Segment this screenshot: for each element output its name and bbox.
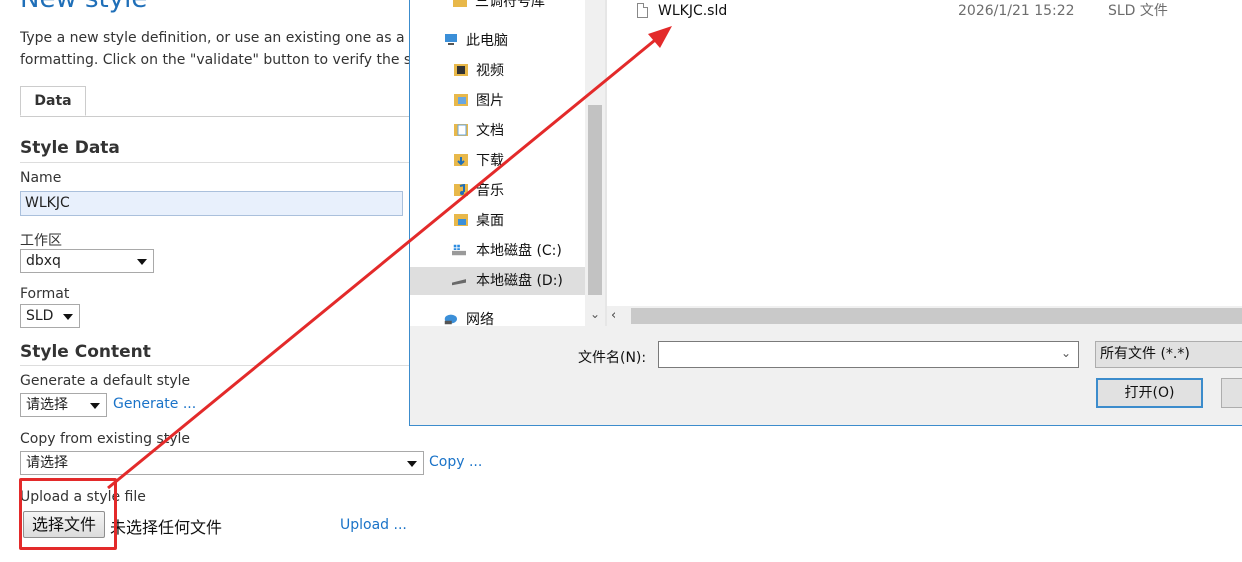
workspace-select[interactable]: dbxq bbox=[20, 249, 154, 273]
scrollbar-thumb[interactable] bbox=[631, 308, 1242, 324]
network-icon bbox=[444, 314, 457, 325]
nav-item-videos[interactable]: 视频 bbox=[410, 57, 585, 85]
nav-item-folder[interactable]: 三调符号库 bbox=[410, 0, 585, 16]
navigation-scrollbar[interactable]: ⌄ bbox=[585, 0, 605, 326]
dropdown-arrow-icon bbox=[407, 461, 417, 467]
open-button[interactable]: 打开(O) bbox=[1096, 378, 1203, 408]
nav-item-downloads[interactable]: 下载 bbox=[410, 147, 585, 175]
filename-label: 文件名(N): bbox=[578, 350, 647, 366]
drive-icon bbox=[452, 279, 466, 286]
format-label: Format bbox=[20, 286, 70, 302]
chevron-down-icon[interactable]: ⌄ bbox=[590, 308, 600, 322]
computer-icon bbox=[445, 34, 457, 45]
copy-link[interactable]: Copy ... bbox=[429, 454, 482, 470]
generate-default-label: Generate a default style bbox=[20, 373, 191, 389]
documents-folder-icon bbox=[454, 124, 468, 136]
dropdown-arrow-icon bbox=[63, 314, 73, 320]
format-select-value: SLD bbox=[26, 308, 54, 324]
file-type-select[interactable]: 所有文件 (*.*) bbox=[1095, 341, 1242, 368]
pictures-folder-icon bbox=[454, 94, 468, 106]
nav-item-documents[interactable]: 文档 bbox=[410, 117, 585, 145]
style-data-heading: Style Data bbox=[20, 138, 120, 158]
copy-select-value: 请选择 bbox=[26, 455, 68, 471]
description-line-2: formatting. Click on the "validate" butt… bbox=[20, 52, 410, 68]
nav-item-drive-d[interactable]: 本地磁盘 (D:) bbox=[410, 267, 585, 295]
scrollbar-thumb[interactable] bbox=[588, 105, 602, 295]
workspace-select-value: dbxq bbox=[26, 253, 61, 269]
dropdown-arrow-icon bbox=[137, 259, 147, 265]
generate-style-select[interactable]: 请选择 bbox=[20, 393, 107, 417]
nav-item-drive-c[interactable]: 本地磁盘 (C:) bbox=[410, 237, 585, 265]
section-divider bbox=[20, 162, 420, 163]
file-open-dialog: 三调符号库 此电脑 视频 图片 文档 下载 音乐 桌面 本地磁盘 (C:) 本地… bbox=[409, 0, 1242, 426]
page-description: Type a new style definition, or use an e… bbox=[20, 27, 410, 71]
navigation-pane: 三调符号库 此电脑 视频 图片 文档 下载 音乐 桌面 本地磁盘 (C:) 本地… bbox=[410, 0, 585, 328]
chevron-down-icon[interactable]: ⌄ bbox=[1061, 346, 1071, 360]
file-icon bbox=[637, 3, 648, 18]
no-file-chosen-text: 未选择任何文件 bbox=[110, 518, 223, 537]
tab-strip: Data bbox=[20, 86, 420, 117]
copy-existing-label: Copy from existing style bbox=[20, 431, 190, 447]
format-select[interactable]: SLD bbox=[20, 304, 80, 328]
chevron-left-icon[interactable]: ‹ bbox=[611, 308, 616, 323]
workspace-label: 工作区 bbox=[20, 233, 62, 249]
nav-item-network[interactable]: 网络 bbox=[410, 306, 585, 334]
description-line-1: Type a new style definition, or use an e… bbox=[20, 30, 410, 46]
video-folder-icon bbox=[454, 64, 468, 76]
page-title: New style bbox=[20, 0, 147, 14]
nav-item-music[interactable]: 音乐 bbox=[410, 177, 585, 205]
nav-item-this-pc[interactable]: 此电脑 bbox=[410, 27, 585, 55]
name-label: Name bbox=[20, 170, 62, 186]
name-input[interactable]: WLKJC bbox=[20, 191, 403, 216]
section-divider bbox=[20, 365, 420, 366]
tab-data[interactable]: Data bbox=[20, 86, 86, 116]
file-list: WLKJC.sld 2026/1/21 15:22 SLD 文件 bbox=[607, 0, 1242, 306]
generate-link[interactable]: Generate ... bbox=[113, 396, 196, 412]
file-type: SLD 文件 bbox=[1108, 3, 1168, 19]
folder-icon bbox=[453, 0, 467, 7]
music-folder-icon bbox=[454, 184, 468, 196]
dropdown-arrow-icon bbox=[90, 403, 100, 409]
windows-drive-icon bbox=[452, 244, 466, 256]
file-modified-date: 2026/1/21 15:22 bbox=[958, 3, 1075, 19]
nav-item-pictures[interactable]: 图片 bbox=[410, 87, 585, 115]
upload-link[interactable]: Upload ... bbox=[340, 517, 407, 533]
style-content-heading: Style Content bbox=[20, 342, 151, 362]
file-list-horizontal-scrollbar[interactable]: ‹ bbox=[607, 306, 1242, 326]
downloads-folder-icon bbox=[454, 154, 468, 166]
file-name: WLKJC.sld bbox=[658, 3, 728, 19]
nav-item-desktop[interactable]: 桌面 bbox=[410, 207, 585, 235]
annotation-highlight-box bbox=[19, 478, 117, 550]
cancel-button[interactable] bbox=[1221, 378, 1242, 408]
generate-select-value: 请选择 bbox=[26, 397, 68, 413]
copy-style-select[interactable]: 请选择 bbox=[20, 451, 424, 475]
desktop-folder-icon bbox=[454, 214, 468, 226]
file-row[interactable]: WLKJC.sld 2026/1/21 15:22 SLD 文件 bbox=[607, 0, 1242, 24]
filename-input[interactable]: ⌄ bbox=[658, 341, 1079, 368]
